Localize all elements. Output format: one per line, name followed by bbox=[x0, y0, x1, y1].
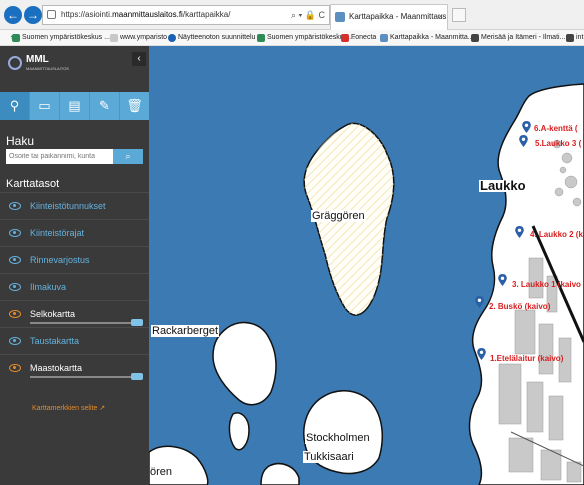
layer-kiinteistorajat[interactable]: Kiinteistörajat bbox=[0, 219, 149, 246]
logo-text: MML bbox=[26, 54, 49, 65]
bookmark-favicon-icon bbox=[471, 34, 479, 42]
layer-label: Maastokartta bbox=[30, 363, 83, 373]
layer-label: Kiinteistötunnukset bbox=[30, 201, 106, 211]
slider-handle[interactable] bbox=[131, 319, 143, 326]
selkokartta-opacity-slider[interactable] bbox=[30, 319, 143, 326]
eye-icon[interactable] bbox=[9, 337, 21, 345]
close-tab-icon[interactable]: × bbox=[438, 5, 443, 29]
eye-icon[interactable] bbox=[9, 229, 21, 237]
map-window-icon[interactable]: ▤ bbox=[60, 92, 90, 120]
mml-favicon-icon bbox=[335, 12, 345, 22]
label-tukkisaari: Tukkisaari bbox=[303, 451, 355, 463]
bookmark-favicon-icon bbox=[380, 34, 388, 42]
bookmark-item[interactable]: www.ymparisto bbox=[110, 30, 167, 45]
layer-label: Ilmakuva bbox=[30, 282, 67, 292]
bookmarks-bar: ★ Suomen ympäristökeskus ... www.ymparis… bbox=[0, 30, 584, 46]
poi-label[interactable]: 6.A-kenttä ( bbox=[534, 124, 578, 133]
map-legend-link[interactable]: Karttamerkkien selite ↗ bbox=[32, 404, 105, 412]
forward-arrow-icon[interactable]: → bbox=[24, 6, 42, 24]
location-pin-icon[interactable]: ⚲ bbox=[0, 92, 30, 120]
bookmark-favicon-icon bbox=[12, 34, 20, 42]
poi-label[interactable]: 2. Buskö (kaivo) bbox=[489, 302, 550, 311]
label-stockholmen: Stockholmen bbox=[305, 432, 371, 444]
bookmark-item[interactable]: Suomen ympäristökeskus ... bbox=[12, 30, 110, 45]
label-graggoren: Gräggören bbox=[311, 210, 366, 222]
measure-ruler-icon[interactable]: ▭ bbox=[30, 92, 60, 120]
layer-label: Selkokartta bbox=[30, 309, 76, 319]
layer-label: Rinnevarjostus bbox=[30, 255, 90, 265]
bookmark-item[interactable]: int bbox=[566, 30, 583, 45]
label-rackarberget: Rackarberget bbox=[151, 325, 220, 337]
bookmark-favicon-icon bbox=[566, 34, 574, 42]
map-pin-icon[interactable] bbox=[475, 296, 484, 308]
eye-icon[interactable] bbox=[9, 364, 21, 372]
bookmark-item[interactable]: Merisää ja Itämeri - Ilmati... bbox=[471, 30, 565, 45]
search-heading: Haku bbox=[6, 134, 35, 148]
url-host: maanmittauslaitos.fi bbox=[112, 10, 183, 19]
bookmark-item[interactable]: Fonecta bbox=[341, 30, 376, 45]
maastokartta-opacity-slider[interactable] bbox=[30, 373, 143, 380]
map-pin-icon[interactable] bbox=[522, 121, 531, 133]
app-window: ← → https://asiointi.maanmittauslaitos.f… bbox=[0, 0, 584, 485]
layers-heading: Karttatasot bbox=[6, 178, 60, 190]
layer-kiinteistotunnukset[interactable]: Kiinteistötunnukset bbox=[0, 192, 149, 219]
label-oren: ören bbox=[150, 466, 173, 478]
bookmark-item[interactable]: Karttapaikka - Maanmitta... bbox=[380, 30, 474, 45]
map-pin-icon[interactable] bbox=[477, 348, 486, 360]
map-pin-icon[interactable] bbox=[498, 274, 507, 286]
url-prefix: https://asiointi. bbox=[61, 10, 113, 19]
layer-ilmakuva[interactable]: Ilmakuva bbox=[0, 273, 149, 300]
collapse-sidebar-button[interactable]: ‹ bbox=[132, 52, 146, 66]
layer-label: Kiinteistörajat bbox=[30, 228, 85, 238]
poi-label[interactable]: 3. Laukko 1 (kaivo bbox=[512, 280, 581, 289]
bookmark-favicon-icon bbox=[341, 34, 349, 42]
bookmark-favicon-icon bbox=[168, 34, 176, 42]
map-pin-icon[interactable] bbox=[519, 135, 528, 147]
layer-taustakartta[interactable]: Taustakartta bbox=[0, 327, 149, 354]
bookmark-favicon-icon bbox=[257, 34, 265, 42]
bookmark-favicon-icon bbox=[110, 34, 118, 42]
eye-icon[interactable] bbox=[9, 202, 21, 210]
poi-label[interactable]: 5.Laukko 3 ( bbox=[535, 139, 581, 148]
slider-handle[interactable] bbox=[131, 373, 143, 380]
url-controls[interactable]: ⌕ ▾ 🔒 C bbox=[291, 6, 325, 24]
bookmark-item[interactable]: Näytteenoton suunnittelu bbox=[168, 30, 255, 45]
map-pin-icon[interactable] bbox=[515, 226, 524, 238]
page-icon bbox=[47, 10, 56, 19]
layer-rinnevarjostus[interactable]: Rinnevarjostus bbox=[0, 246, 149, 273]
poi-label[interactable]: 4. Laukko 2 (k bbox=[530, 230, 583, 239]
browser-address-bar: ← → https://asiointi.maanmittauslaitos.f… bbox=[0, 0, 584, 30]
tab-karttapaikka[interactable]: Karttapaikka - Maanmittaus... × bbox=[330, 4, 448, 30]
add-marker-icon[interactable]: ✎ bbox=[90, 92, 120, 120]
poi-label[interactable]: 1.Etelälaitur (kaivo) bbox=[490, 354, 563, 363]
mml-logo-icon bbox=[8, 56, 22, 70]
eye-icon[interactable] bbox=[9, 310, 21, 318]
layer-label: Taustakartta bbox=[30, 336, 80, 346]
map-canvas[interactable] bbox=[148, 46, 584, 485]
mml-logo[interactable]: MML MAANMITTAUSLAITOS bbox=[8, 54, 69, 82]
logo-subtitle: MAANMITTAUSLAITOS bbox=[26, 66, 69, 71]
map-view[interactable]: Gräggören Rackarberget Laukko Stockholme… bbox=[148, 46, 584, 485]
trash-icon[interactable]: 🗑 bbox=[120, 92, 149, 120]
search-input[interactable] bbox=[6, 149, 113, 164]
back-arrow-icon[interactable]: ← bbox=[4, 6, 22, 24]
url-path: /karttapaikka/ bbox=[182, 10, 231, 19]
islet-small bbox=[228, 412, 250, 451]
eye-icon[interactable] bbox=[9, 283, 21, 291]
toolbar: ⚲ ▭ ▤ ✎ 🗑 bbox=[0, 92, 149, 120]
label-laukko: Laukko bbox=[479, 178, 527, 193]
url-field[interactable]: https://asiointi.maanmittauslaitos.fi/ka… bbox=[42, 5, 330, 25]
new-tab-button[interactable] bbox=[452, 8, 466, 22]
search-button[interactable]: ⌕ bbox=[113, 149, 143, 164]
tab-title: Karttapaikka - Maanmittaus... bbox=[349, 12, 448, 21]
eye-icon[interactable] bbox=[9, 256, 21, 264]
sidebar: MML MAANMITTAUSLAITOS ‹ ⚲ ▭ ▤ ✎ 🗑 Haku ⌕… bbox=[0, 46, 149, 485]
